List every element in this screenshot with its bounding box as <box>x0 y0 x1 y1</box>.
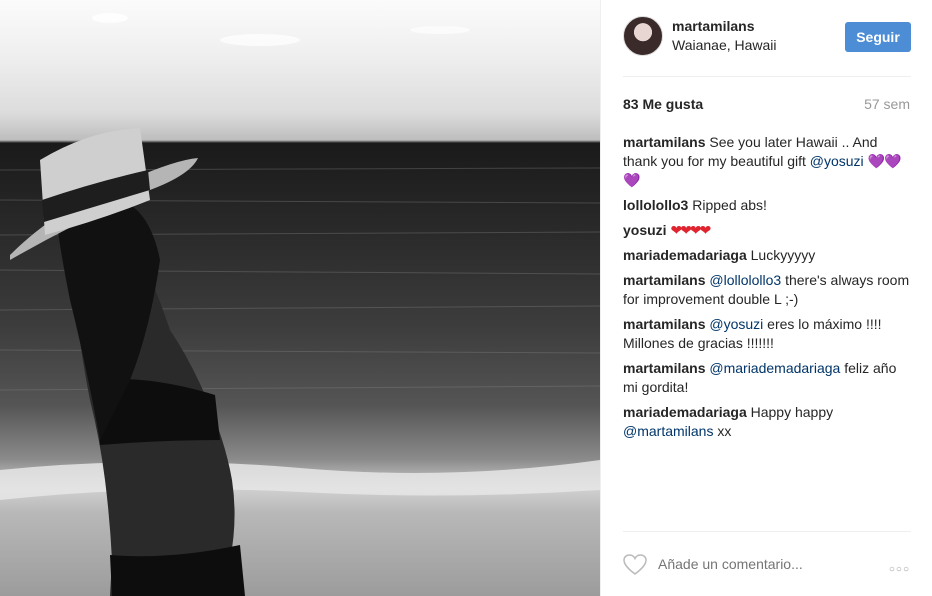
comment: mariademadariaga Happy happy @martamilan… <box>623 403 915 441</box>
comment-username[interactable]: lollolollo3 <box>623 197 688 213</box>
heart-outline-icon[interactable] <box>623 554 647 576</box>
comment: martamilans @lollolollo3 there's always … <box>623 271 915 309</box>
comment-input[interactable] <box>658 556 858 572</box>
comment: martamilans @mariademadariaga feliz año … <box>623 359 915 397</box>
avatar[interactable] <box>623 16 663 56</box>
comment-mention[interactable]: @martamilans <box>623 423 713 439</box>
comment-username[interactable]: martamilans <box>623 316 705 332</box>
comment-mention[interactable]: @mariademadariaga <box>709 360 840 376</box>
comments-list: martamilans See you later Hawaii .. And … <box>623 133 915 447</box>
comment: mariademadariaga Luckyyyyy <box>623 246 915 265</box>
comment-username[interactable]: mariademadariaga <box>623 404 747 420</box>
comment-text: Luckyyyyy <box>750 247 816 263</box>
comment: martamilans See you later Hawaii .. And … <box>623 133 915 190</box>
comment-username[interactable]: martamilans <box>623 360 705 376</box>
photo-scene <box>0 13 600 596</box>
post-location[interactable]: Waianae, Hawaii <box>672 37 777 53</box>
comment-username[interactable]: martamilans <box>623 272 705 288</box>
comment-username[interactable]: mariademadariaga <box>623 247 747 263</box>
likes-count[interactable]: 83 Me gusta <box>623 96 703 112</box>
follow-button[interactable]: Seguir <box>845 22 911 52</box>
comment: martamilans @yosuzi eres lo máximo !!!! … <box>623 315 915 353</box>
comment-username[interactable]: martamilans <box>623 134 705 150</box>
comment: yosuzi ❤❤❤❤ <box>623 221 915 240</box>
more-options-icon[interactable]: ○○○ <box>889 564 910 575</box>
comment-mention[interactable]: @yosuzi <box>810 153 864 169</box>
comment-text: Ripped abs! <box>692 197 767 213</box>
divider <box>623 76 911 77</box>
red-heart-emoji: ❤❤❤❤ <box>670 222 711 238</box>
post-age[interactable]: 57 sem <box>864 96 910 112</box>
divider <box>623 531 911 532</box>
post-side-panel: martamilans Waianae, Hawaii Seguir 83 Me… <box>600 0 932 596</box>
comment-username[interactable]: yosuzi <box>623 222 667 238</box>
comment-mention[interactable]: @yosuzi <box>709 316 763 332</box>
comment-text: xx <box>713 423 732 439</box>
post-username[interactable]: martamilans <box>672 18 754 34</box>
comment-text: Happy happy <box>750 404 834 420</box>
comment: lollolollo3 Ripped abs! <box>623 196 915 215</box>
post-header: martamilans Waianae, Hawaii Seguir <box>601 0 932 76</box>
post-photo[interactable] <box>0 0 600 596</box>
comment-mention[interactable]: @lollolollo3 <box>709 272 781 288</box>
